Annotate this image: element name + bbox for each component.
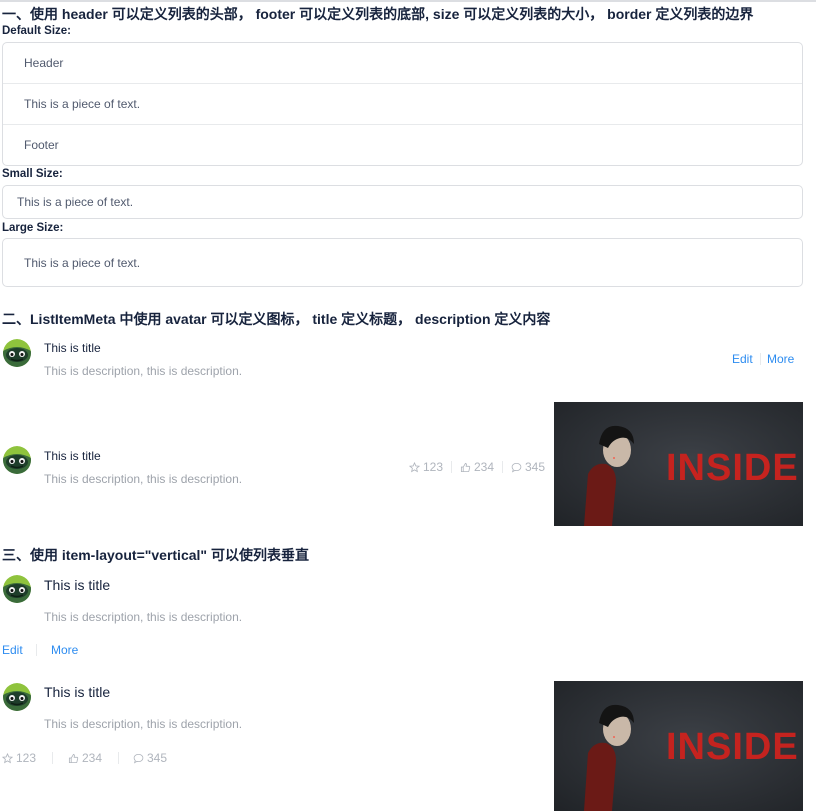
action-divider [451, 461, 452, 473]
avatar-icon [3, 575, 31, 603]
comment-count: 345 [525, 460, 546, 474]
edit-link[interactable]: Edit [2, 643, 23, 657]
section2-heading: 二、ListItemMeta 中使用 avatar 可以定义图标， title … [2, 311, 551, 327]
star-action[interactable]: 123 [409, 460, 443, 474]
top-divider [0, 0, 816, 2]
star-icon [409, 461, 420, 472]
item-description: This is description, this is description… [44, 364, 243, 378]
item-description: This is description, this is description… [44, 472, 243, 486]
default-size-label: Default Size: [2, 25, 72, 37]
default-size-list: Header This is a piece of text. Footer [2, 42, 803, 166]
item-description: This is description, this is description… [44, 610, 243, 624]
item-cover-image: INSIDE [554, 681, 803, 811]
like-count: 234 [474, 460, 495, 474]
like-count: 234 [82, 751, 103, 765]
section3-heading: 三、使用 item-layout="vertical" 可以使列表垂直 [2, 547, 309, 563]
star-icon [2, 752, 13, 763]
like-icon [68, 753, 79, 763]
action-divider [760, 353, 761, 365]
section1-heading: 一、使用 header 可以定义列表的头部， footer 可以定义列表的底部,… [2, 6, 754, 22]
image-text: INSIDE [666, 447, 799, 489]
like-action[interactable]: 234 [460, 460, 494, 474]
action-divider [36, 644, 37, 656]
like-icon [460, 462, 471, 472]
large-size-list: This is a piece of text. [2, 238, 803, 287]
comment-action[interactable]: 345 [133, 751, 167, 765]
list-header: Header [3, 43, 802, 84]
comment-action[interactable]: 345 [511, 460, 545, 474]
large-size-label: Large Size: [2, 222, 64, 234]
action-divider [118, 752, 119, 764]
item-title: This is title [44, 449, 101, 463]
star-count: 123 [423, 460, 444, 474]
item-title: This is title [44, 577, 111, 593]
more-link[interactable]: More [767, 352, 794, 366]
image-text: INSIDE [666, 726, 799, 768]
avatar-icon [3, 446, 31, 474]
list-item: This is a piece of text. [3, 84, 802, 125]
comment-count: 345 [147, 751, 168, 765]
avatar-icon [3, 339, 31, 367]
list-footer: Footer [24, 138, 59, 152]
star-action[interactable]: 123 [2, 751, 36, 765]
list-item: This is a piece of text. [24, 255, 141, 270]
action-divider [502, 461, 503, 473]
comment-icon [133, 753, 144, 763]
item-description: This is description, this is description… [44, 717, 243, 731]
star-count: 123 [16, 751, 37, 765]
item-title: This is title [44, 684, 111, 700]
item-title: This is title [44, 341, 101, 355]
small-size-label: Small Size: [2, 168, 63, 180]
small-size-list: This is a piece of text. [2, 185, 803, 219]
item-cover-image: INSIDE [554, 402, 803, 526]
comment-icon [511, 462, 522, 472]
action-divider [52, 752, 53, 764]
like-action[interactable]: 234 [68, 751, 102, 765]
edit-link[interactable]: Edit [732, 352, 753, 366]
more-link[interactable]: More [51, 643, 78, 657]
avatar-icon [3, 683, 31, 711]
list-item: This is a piece of text. [17, 195, 134, 209]
